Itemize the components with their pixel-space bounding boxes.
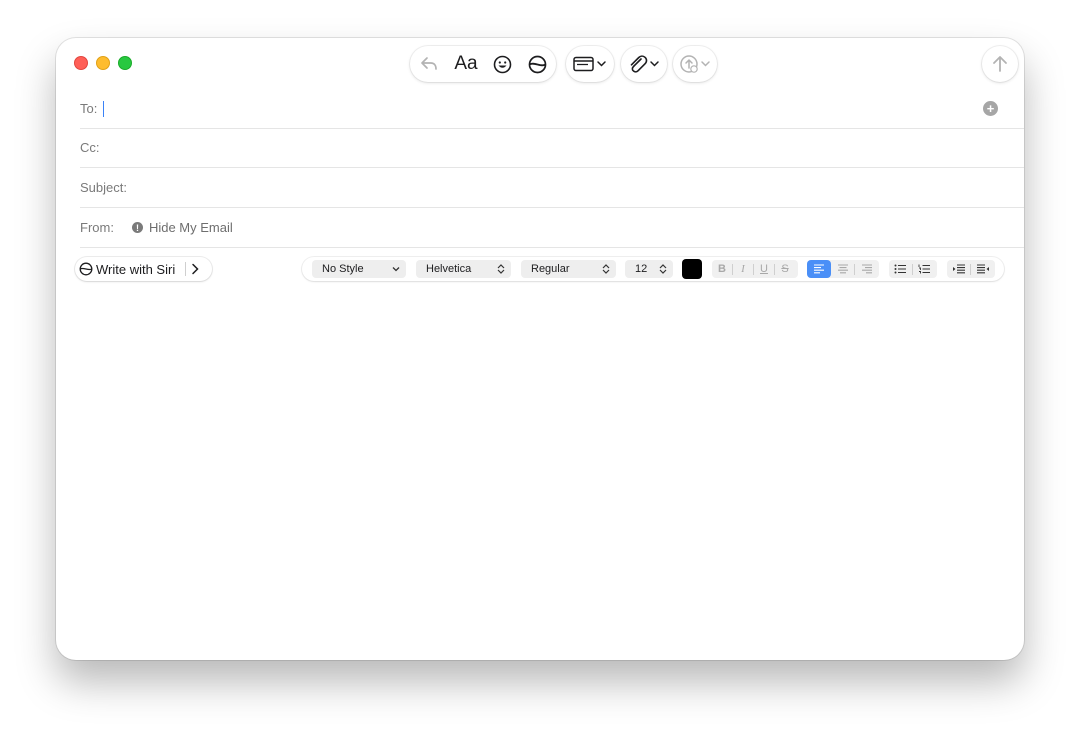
bulleted-list-icon <box>894 264 906 274</box>
minimize-window-button[interactable] <box>96 56 110 70</box>
write-with-siri-button[interactable]: Write with Siri <box>75 257 212 281</box>
format-button[interactable]: Aa <box>448 46 484 82</box>
send-button[interactable] <box>982 46 1018 82</box>
outdent-icon <box>976 264 989 274</box>
attach-button <box>621 46 667 82</box>
indent-segment <box>947 260 995 278</box>
list-segment <box>889 260 937 278</box>
upload-icon <box>680 55 710 73</box>
paragraph-style-value: No Style <box>322 263 364 275</box>
siri-icon <box>528 55 546 73</box>
to-label: To: <box>80 101 98 116</box>
italic-button[interactable]: I <box>733 260 753 278</box>
photo-button <box>673 46 717 82</box>
reply-arrow-icon <box>421 57 437 70</box>
compose-window: Aa To: + Cc: Subject: From: ! Hide My Em… <box>56 38 1024 660</box>
subject-label: Subject: <box>80 180 127 195</box>
align-center-button[interactable] <box>831 260 854 278</box>
font-family-value: Helvetica <box>426 263 472 275</box>
info-icon: ! <box>131 222 143 233</box>
header-fields-icon <box>573 56 606 72</box>
updown-chevron-icon <box>497 264 505 274</box>
chevron-right-icon[interactable] <box>190 263 200 275</box>
desktop-background: Aa To: + Cc: Subject: From: ! Hide My Em… <box>0 0 1080 735</box>
paperclip-icon <box>630 55 659 73</box>
text-style-segment: B I U S <box>712 260 798 278</box>
format-aa-icon: Aa <box>454 53 478 74</box>
align-right-icon <box>861 264 872 274</box>
send-arrow-icon <box>993 56 1007 72</box>
align-left-button[interactable] <box>807 260 831 278</box>
cc-field[interactable]: Cc: <box>80 128 1024 168</box>
align-left-icon <box>814 264 824 274</box>
from-field: From: ! Hide My Email <box>80 208 1024 248</box>
cc-label: Cc: <box>80 140 100 155</box>
font-size-value: 12 <box>635 263 648 275</box>
text-cursor <box>103 100 105 117</box>
numbered-list-icon <box>918 264 930 274</box>
align-center-icon <box>837 264 848 274</box>
font-weight-dropdown[interactable]: Regular <box>521 260 616 278</box>
attach-menu[interactable] <box>621 46 667 82</box>
reply-button[interactable] <box>410 46 448 82</box>
to-field[interactable]: To: + <box>80 89 1024 129</box>
siri-button[interactable] <box>520 46 554 82</box>
photo-menu[interactable] <box>673 46 717 82</box>
chevron-down-icon <box>392 267 400 272</box>
strikethrough-button[interactable]: S <box>775 260 795 278</box>
emoji-button[interactable] <box>484 46 520 82</box>
plus-icon: + <box>986 101 995 116</box>
align-right-button[interactable] <box>855 260 878 278</box>
add-recipient-button[interactable]: + <box>983 101 998 116</box>
updown-chevron-icon <box>602 264 610 274</box>
write-with-siri-label: Write with Siri <box>96 261 176 277</box>
updown-chevron-icon <box>659 264 667 274</box>
smiley-icon <box>493 55 511 73</box>
font-weight-value: Regular <box>531 263 570 275</box>
paragraph-style-dropdown[interactable]: No Style <box>312 260 406 278</box>
siri-icon <box>79 262 93 276</box>
format-bar: No Style Helvetica Regular 12 B I U S <box>302 257 1004 281</box>
close-window-button[interactable] <box>74 56 88 70</box>
zoom-window-button[interactable] <box>118 56 132 70</box>
window-controls <box>74 56 132 70</box>
indent-icon <box>952 264 965 274</box>
indent-button[interactable] <box>947 260 970 278</box>
divider <box>185 262 187 276</box>
message-body[interactable] <box>56 288 1024 660</box>
bulleted-list-button[interactable] <box>889 260 912 278</box>
header-fields-button <box>566 46 614 82</box>
header-fields-menu[interactable] <box>566 46 614 82</box>
bold-button[interactable]: B <box>712 260 732 278</box>
subject-field[interactable]: Subject: <box>80 168 1024 208</box>
from-account-selector[interactable]: Hide My Email <box>149 220 233 235</box>
from-label: From: <box>80 220 114 235</box>
numbered-list-button[interactable] <box>913 260 936 278</box>
alignment-segment <box>807 260 879 278</box>
font-size-dropdown[interactable]: 12 <box>625 260 673 278</box>
outdent-button[interactable] <box>971 260 994 278</box>
compose-toolbar-group: Aa <box>410 46 556 82</box>
underline-button[interactable]: U <box>754 260 774 278</box>
text-color-swatch[interactable] <box>682 259 702 279</box>
font-family-dropdown[interactable]: Helvetica <box>416 260 511 278</box>
